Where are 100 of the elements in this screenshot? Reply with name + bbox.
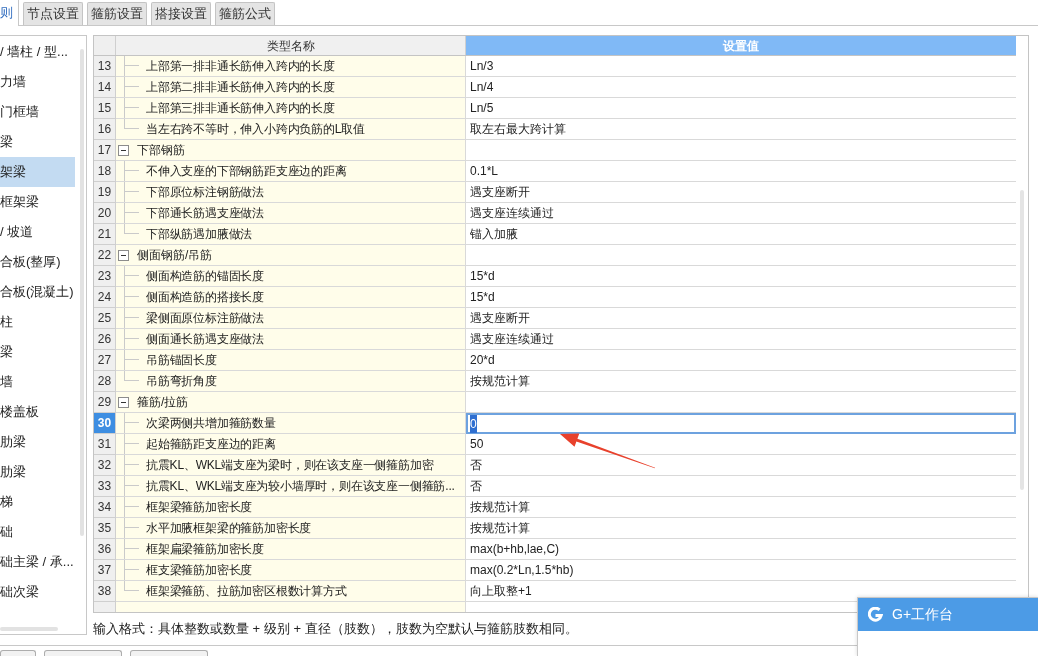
row-number[interactable]: 38 <box>94 581 116 602</box>
table-cell: 遇支座连续通过 <box>466 329 1016 350</box>
sidebar-item[interactable]: 合板(混凝土) <box>0 277 75 307</box>
row-number[interactable]: 20 <box>94 203 116 224</box>
tab[interactable]: 箍筋设置 <box>87 2 147 25</box>
tab[interactable]: 搭接设置 <box>151 2 211 25</box>
table-cell: 抗震KL、WKL端支座为较小墙厚时，则在该支座一侧箍筋... <box>116 476 466 497</box>
row-number[interactable]: 21 <box>94 224 116 245</box>
table-cell: 上部第一排非通长筋伸入跨内的长度 <box>116 56 466 77</box>
collapse-icon[interactable] <box>118 144 129 156</box>
sidebar-item[interactable]: 门框墙 <box>0 97 75 127</box>
tab[interactable]: 则 <box>0 0 19 26</box>
table-cell: 侧面通长筋遇支座做法 <box>116 329 466 350</box>
collapse-icon[interactable] <box>118 396 129 408</box>
sidebar-item[interactable]: 梯 <box>0 487 75 517</box>
row-number[interactable]: 36 <box>94 539 116 560</box>
table-cell: Ln/4 <box>466 77 1016 98</box>
table-cell: 起始箍筋距支座边的距离 <box>116 434 466 455</box>
tab[interactable]: 箍筋公式 <box>215 2 275 25</box>
row-number[interactable]: 25 <box>94 308 116 329</box>
sidebar-item[interactable]: / 坡道 <box>0 217 75 247</box>
row-number[interactable]: 32 <box>94 455 116 476</box>
dialog-button[interactable] <box>0 650 36 656</box>
table-cell: 当左右跨不等时，伸入小跨内负筋的L取值 <box>116 119 466 140</box>
row-number[interactable]: 28 <box>94 371 116 392</box>
table-cell: 吊筋锚固长度 <box>116 350 466 371</box>
table-cell: 15*d <box>466 287 1016 308</box>
row-number[interactable]: 37 <box>94 560 116 581</box>
sidebar-item[interactable]: 础 <box>0 517 75 547</box>
sidebar-item[interactable]: 梁 <box>0 337 75 367</box>
table-cell: 框架扁梁箍筋加密长度 <box>116 539 466 560</box>
row-number[interactable]: 26 <box>94 329 116 350</box>
row-number[interactable]: 19 <box>94 182 116 203</box>
row-number[interactable]: 33 <box>94 476 116 497</box>
row-number[interactable]: 22 <box>94 245 116 266</box>
row-number[interactable]: 29 <box>94 392 116 413</box>
row-number[interactable]: 24 <box>94 287 116 308</box>
row-number[interactable]: 17 <box>94 140 116 161</box>
sidebar-item[interactable]: 梁 <box>0 127 75 157</box>
table-cell: 框架梁箍筋、拉筋加密区根数计算方式 <box>116 581 466 602</box>
table-cell: 水平加腋框架梁的箍筋加密长度 <box>116 518 466 539</box>
table-cell: 下部通长筋遇支座做法 <box>116 203 466 224</box>
sidebar-item[interactable]: 合板(整厚) <box>0 247 75 277</box>
popup-title: G+工作台 <box>892 605 954 624</box>
row-number[interactable]: 31 <box>94 434 116 455</box>
table-cell: 侧面构造筋的搭接长度 <box>116 287 466 308</box>
sidebar-item[interactable]: 楼盖板 <box>0 397 75 427</box>
tab[interactable]: 节点设置 <box>23 2 83 25</box>
column-header: 类型名称 <box>116 36 466 55</box>
table-cell: 下部纵筋遇加腋做法 <box>116 224 466 245</box>
row-number[interactable]: 14 <box>94 77 116 98</box>
table-cell: 抗震KL、WKL端支座为梁时，则在该支座一侧箍筋加密 <box>116 455 466 476</box>
row-number[interactable]: 18 <box>94 161 116 182</box>
input-format-hint: 输入格式：具体整数或数量 + 级别 + 直径（肢数），肢数为空默认与箍筋肢数相同。 <box>93 620 578 639</box>
sidebar-item[interactable]: 础主梁 / 承... <box>0 547 75 577</box>
sidebar-item[interactable]: 框架梁 <box>0 187 75 217</box>
table-cell: 锚入加腋 <box>466 224 1016 245</box>
row-number[interactable]: 35 <box>94 518 116 539</box>
group-label: 侧面钢筋/吊筋 <box>137 247 213 264</box>
value-input[interactable]: 0 <box>466 413 1016 434</box>
sidebar-item[interactable]: 架梁 <box>0 157 75 187</box>
table-cell: 按规范计算 <box>466 371 1016 392</box>
table-cell: 下部原位标注钢筋做法 <box>116 182 466 203</box>
table-cell: 否 <box>466 476 1016 497</box>
table-cell: 梁侧面原位标注筋做法 <box>116 308 466 329</box>
table-cell: Ln/5 <box>466 98 1016 119</box>
table-cell: 上部第三排非通长筋伸入跨内的长度 <box>116 98 466 119</box>
sidebar-item[interactable]: 柱 <box>0 307 75 337</box>
row-number[interactable]: 13 <box>94 56 116 77</box>
dialog-button[interactable] <box>130 650 208 656</box>
table-cell: 按规范计算 <box>466 497 1016 518</box>
logo-icon <box>868 607 883 622</box>
row-number[interactable]: 15 <box>94 98 116 119</box>
table-cell: 框支梁箍筋加密长度 <box>116 560 466 581</box>
sidebar-item[interactable]: 墙 <box>0 367 75 397</box>
sidebar-item[interactable]: / 墙柱 / 型... <box>0 37 75 67</box>
column-header: 设置值 <box>466 36 1016 55</box>
table-cell: 20*d <box>466 350 1016 371</box>
group-label: 下部钢筋 <box>137 142 185 159</box>
table-cell: 侧面构造筋的锚固长度 <box>116 266 466 287</box>
table-cell: 吊筋弯折角度 <box>116 371 466 392</box>
table-cell: Ln/3 <box>466 56 1016 77</box>
sidebar-item[interactable]: 础次梁 <box>0 577 75 607</box>
table-cell: 上部第二排非通长筋伸入跨内的长度 <box>116 77 466 98</box>
sidebar-item[interactable]: 力墙 <box>0 67 75 97</box>
sidebar-item[interactable]: 肋梁 <box>0 457 75 487</box>
sidebar-item[interactable]: 肋梁 <box>0 427 75 457</box>
table-cell: 次梁两侧共增加箍筋数量 <box>116 413 466 434</box>
table-cell: 0.1*L <box>466 161 1016 182</box>
row-number[interactable]: 16 <box>94 119 116 140</box>
table-cell: 遇支座断开 <box>466 308 1016 329</box>
collapse-icon[interactable] <box>118 249 129 261</box>
row-number[interactable]: 23 <box>94 266 116 287</box>
table-cell: max(0.2*Ln,1.5*hb) <box>466 560 1016 581</box>
table-cell: 否 <box>466 455 1016 476</box>
row-number[interactable]: 34 <box>94 497 116 518</box>
table-cell: 15*d <box>466 266 1016 287</box>
dialog-button[interactable] <box>44 650 122 656</box>
row-number[interactable]: 27 <box>94 350 116 371</box>
group-label: 箍筋/拉筋 <box>137 394 189 411</box>
